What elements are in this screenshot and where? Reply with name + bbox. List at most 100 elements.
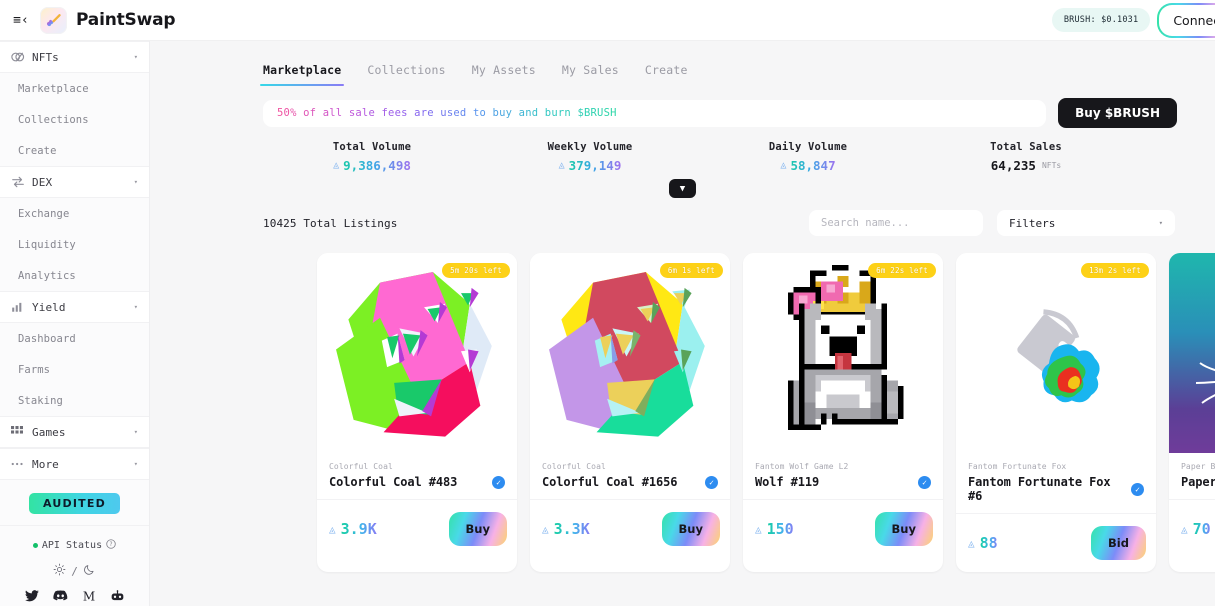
tab-my-assets[interactable]: My Assets	[472, 63, 536, 86]
chevron-down-icon: ▾	[133, 428, 138, 436]
nft-image[interactable]: 6m 1s left	[530, 253, 730, 453]
stat-value: ◬ 58,847	[699, 158, 917, 173]
nft-card[interactable]: 13m 2s left Fantom Fortunate Fox Fantom …	[956, 253, 1156, 572]
swap-arrows-icon	[11, 176, 27, 188]
nft-price: ◬ 3.9K	[329, 520, 377, 538]
grid-icon	[11, 426, 27, 438]
sidebar-group-games[interactable]: Games ▾	[0, 416, 149, 448]
buy-button[interactable]: Buy	[874, 512, 934, 546]
nft-collection: Paper Bunnies	[1181, 462, 1215, 471]
question-circle-icon[interactable]: ?	[106, 539, 116, 552]
stat-total-sales: Total Sales 64,235 NFTs	[917, 141, 1135, 173]
stat-suffix: NFTs	[1041, 161, 1062, 170]
connect-wallet-button[interactable]: Connect	[1157, 2, 1215, 38]
stat-label: Total Sales	[990, 141, 1062, 153]
sidebar-item-dashboard[interactable]: Dashboard	[0, 323, 149, 354]
fee-burn-banner-text: 50% of all sale fees are used to buy and…	[277, 107, 617, 119]
buy-brush-button[interactable]: Buy $BRUSH	[1058, 98, 1177, 128]
social-links: M	[0, 579, 149, 606]
filters-dropdown[interactable]: Filters ▾	[997, 210, 1175, 236]
paint-bucket-placeholder-icon	[1017, 309, 1100, 403]
svg-text:M: M	[82, 590, 94, 602]
sidebar-item-staking[interactable]: Staking	[0, 385, 149, 416]
nft-icon	[11, 51, 27, 63]
nft-card[interactable]: 6m 22s left Fantom Wolf Game L2 Wolf #11…	[743, 253, 943, 572]
nft-card[interactable]: 5m 20s left Colorful Coal Colorful Coal …	[317, 253, 517, 572]
fantom-icon: ◬	[755, 522, 762, 536]
status-dot-icon	[32, 543, 38, 548]
sidebar-group-nfts[interactable]: NFTs ▾	[0, 41, 149, 73]
search-input[interactable]	[821, 217, 971, 229]
nft-title-row: Fantom Fortunate Fox #6 ✓	[968, 475, 1144, 503]
fantom-icon: ◬	[333, 160, 340, 171]
nft-title: Colorful Coal #1656	[542, 475, 678, 489]
nft-footer: ◬ 70 Buy	[1169, 500, 1215, 558]
tab-my-sales[interactable]: My Sales	[562, 63, 619, 86]
nft-image[interactable]: 6m 22s left	[743, 253, 943, 453]
buy-button[interactable]: Buy	[661, 512, 721, 546]
nft-image[interactable]: 13m 2s left	[956, 253, 1156, 453]
search-box[interactable]	[809, 210, 983, 236]
stat-value: ◬ 9,386,498	[263, 158, 481, 173]
nft-price: ◬ 3.3K	[542, 520, 590, 538]
nft-title-row: Colorful Coal #483 ✓	[329, 475, 505, 489]
nft-image[interactable]: 25m 36s left	[1169, 253, 1215, 453]
tab-collections[interactable]: Collections	[367, 63, 445, 86]
polygon-art-pastel-icon	[549, 272, 705, 437]
sidebar-group-dex[interactable]: DEX ▾	[0, 166, 149, 198]
nft-footer: ◬ 3.9K Buy	[317, 500, 517, 558]
sidebar-item-marketplace[interactable]: Marketplace	[0, 73, 149, 104]
nft-title: Fantom Fortunate Fox #6	[968, 475, 1111, 503]
sidebar-item-farms[interactable]: Farms	[0, 354, 149, 385]
buy-button[interactable]: Buy	[448, 512, 508, 546]
sidebar-group-label: DEX	[32, 175, 53, 189]
audited-badge[interactable]: AUDITED	[29, 493, 120, 514]
twitter-icon[interactable]	[24, 590, 39, 606]
time-left-badge: 6m 22s left	[868, 263, 936, 278]
sidebar-item-liquidity[interactable]: Liquidity	[0, 229, 149, 260]
sidebar-item-collections[interactable]: Collections	[0, 104, 149, 135]
nft-title-row: Wolf #119 ✓	[755, 475, 931, 489]
nft-footer: ◬ 88 Bid	[956, 514, 1156, 572]
nft-info: Colorful Coal Colorful Coal #1656 ✓	[530, 453, 730, 500]
stat-daily-volume: Daily Volume ◬ 58,847	[699, 141, 917, 173]
listings-controls: Filters ▾	[809, 210, 1175, 236]
nft-image[interactable]: 5m 20s left	[317, 253, 517, 453]
discord-icon[interactable]	[52, 590, 68, 606]
bid-button[interactable]: Bid	[1091, 526, 1146, 560]
github-icon[interactable]	[110, 590, 125, 606]
pixel-wolf-icon	[788, 265, 904, 430]
sidebar-item-analytics[interactable]: Analytics	[0, 260, 149, 291]
listings-toolbar: 10425 Total Listings Filters ▾	[150, 198, 1215, 236]
banner-row: 50% of all sale fees are used to buy and…	[150, 86, 1215, 128]
nft-title: Paper Bunny #3	[1181, 475, 1215, 489]
chevron-down-icon[interactable]: ▼	[669, 179, 696, 198]
api-status[interactable]: API Status ?	[0, 526, 149, 552]
stat-label: Total Volume	[332, 141, 412, 153]
sidebar-item-create[interactable]: Create	[0, 135, 149, 166]
nft-price-value: 150	[766, 520, 794, 538]
sidebar-group-yield[interactable]: Yield ▾	[0, 291, 149, 323]
nft-card[interactable]: 25m 36s left	[1169, 253, 1215, 572]
nft-collection: Colorful Coal	[329, 462, 393, 471]
sidebar-collapse-icon[interactable]: ≡‹	[10, 9, 32, 31]
sun-icon[interactable]	[53, 563, 66, 579]
medium-icon[interactable]: M	[82, 589, 96, 606]
tab-create[interactable]: Create	[645, 63, 688, 86]
time-left-badge: 13m 2s left	[1081, 263, 1149, 278]
nft-collection: Colorful Coal	[542, 462, 606, 471]
verified-check-icon: ✓	[492, 475, 505, 489]
moon-icon[interactable]	[83, 563, 96, 579]
sidebar-item-exchange[interactable]: Exchange	[0, 198, 149, 229]
nft-price: ◬ 88	[968, 534, 998, 552]
tab-marketplace[interactable]: Marketplace	[259, 63, 345, 86]
brand[interactable]: PaintSwap	[40, 6, 176, 34]
verified-check-icon: ✓	[918, 475, 931, 489]
stat-label: Daily Volume	[768, 141, 848, 153]
sidebar-group-label: NFTs	[32, 50, 59, 64]
sidebar-group-more[interactable]: More ▾	[0, 448, 149, 480]
stat-number: 9,386,498	[343, 158, 411, 173]
nft-card[interactable]: 6m 1s left Colorful Coal Colorful Coal #…	[530, 253, 730, 572]
chevron-down-icon: ▾	[133, 460, 138, 468]
theme-toggle[interactable]: /	[0, 552, 149, 579]
